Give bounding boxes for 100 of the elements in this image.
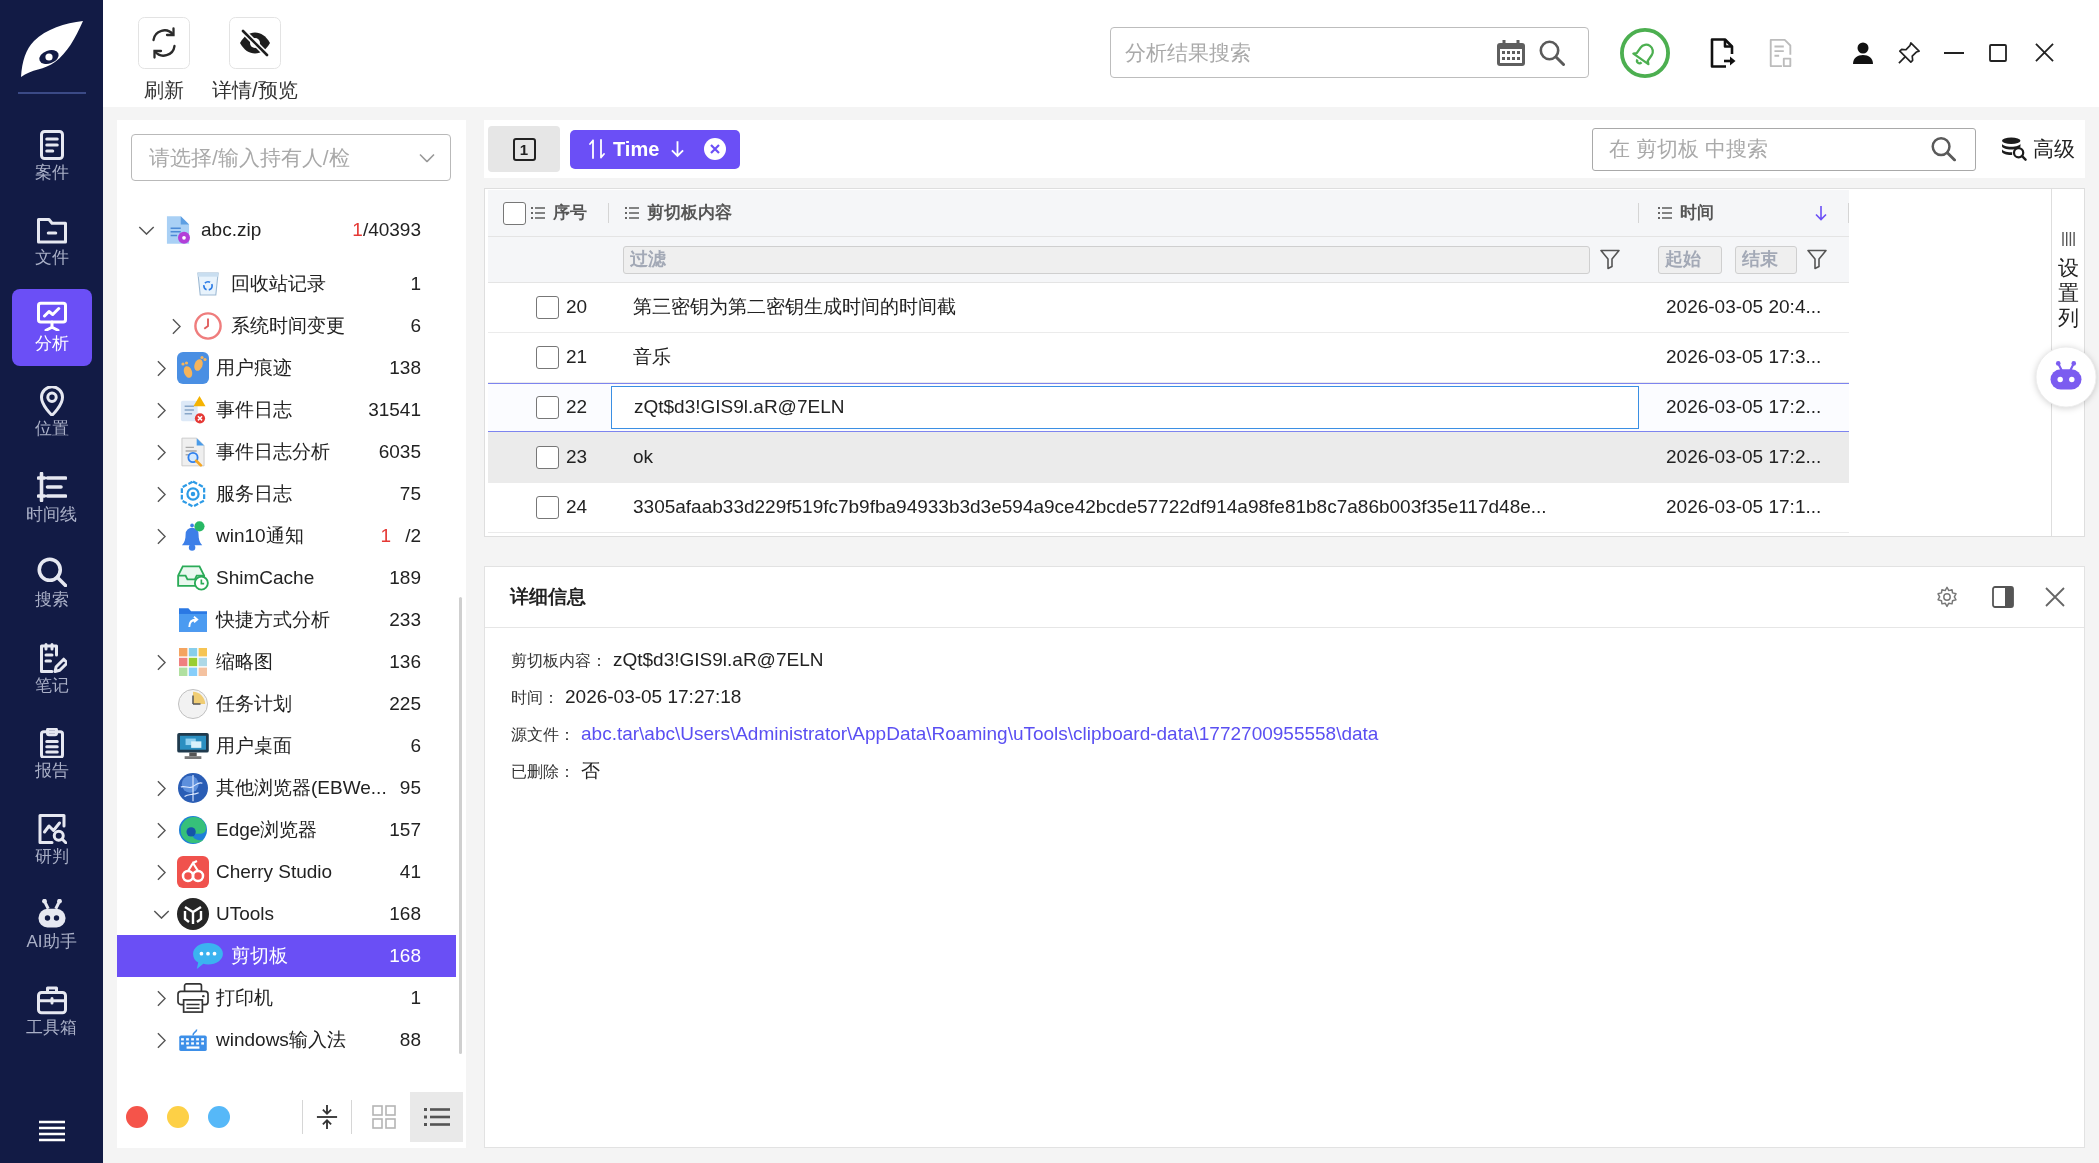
- chevron-right-icon[interactable]: [156, 527, 166, 545]
- color-dot-icon[interactable]: [208, 1106, 230, 1128]
- menu-icon[interactable]: [38, 1120, 65, 1142]
- end-field[interactable]: 结束: [1735, 245, 1797, 274]
- search-field[interactable]: 在 剪切板 中搜索: [1592, 127, 1976, 171]
- collapse-icon[interactable]: [316, 1104, 338, 1130]
- search-field[interactable]: 分析结果搜索: [1110, 27, 1589, 78]
- chevron-right-icon[interactable]: [156, 863, 166, 881]
- tree-item[interactable]: 用户桌面 6: [117, 725, 456, 767]
- filter-icon[interactable]: [1807, 249, 1827, 270]
- nav-item[interactable]: 报告: [11, 716, 92, 794]
- row-checkbox[interactable]: [536, 346, 559, 369]
- row-checkbox[interactable]: [536, 296, 559, 319]
- row-checkbox[interactable]: [536, 446, 559, 469]
- filter-field[interactable]: 过滤: [623, 245, 1590, 274]
- minimize-icon[interactable]: [1944, 51, 1964, 54]
- list-icon: [423, 1107, 450, 1127]
- tree-item[interactable]: 用户痕迹 138: [117, 347, 456, 389]
- bell-icon[interactable]: [1620, 27, 1670, 78]
- chevron-right-icon[interactable]: [171, 317, 181, 335]
- column-header[interactable]: 序号: [531, 200, 587, 226]
- nav-item[interactable]: 搜索: [11, 545, 92, 623]
- color-dot-icon[interactable]: [167, 1106, 189, 1128]
- tree-item[interactable]: win10通知 1 /2: [117, 515, 456, 557]
- numbered-view-button[interactable]: 1: [488, 126, 560, 172]
- tree-item[interactable]: 快捷方式分析 233: [117, 599, 456, 641]
- table-row[interactable]: 22 zQt$d3!GIS9l.aR@7ELN 2026-03-05 17:2...: [488, 383, 1849, 433]
- nav-item[interactable]: 笔记: [11, 631, 92, 708]
- tree-item[interactable]: 剪切板 168: [117, 935, 456, 977]
- side-panel-icon[interactable]: [1992, 586, 2014, 608]
- chevron-down-icon[interactable]: [152, 909, 170, 919]
- user-icon[interactable]: [1853, 41, 1873, 64]
- column-settings-tab[interactable]: 设置列: [2057, 232, 2079, 331]
- list-icon: [1658, 207, 1672, 219]
- chevron-right-icon[interactable]: [156, 653, 166, 671]
- row-checkbox[interactable]: [536, 396, 559, 419]
- robot-icon[interactable]: [2035, 346, 2097, 408]
- robot-icon: [36, 899, 67, 930]
- tree-item[interactable]: ShimCache 189: [117, 557, 456, 599]
- tree-item[interactable]: windows输入法 88: [117, 1019, 456, 1061]
- log-warning-icon: [180, 396, 206, 424]
- tree-item[interactable]: 其他浏览器(EBWe... 95: [117, 767, 456, 809]
- preview-toggle-button[interactable]: 详情/预览: [212, 17, 298, 101]
- tree-item[interactable]: 缩略图 136: [117, 641, 456, 683]
- chevron-right-icon[interactable]: [156, 779, 166, 797]
- scroll-bar[interactable]: [459, 597, 462, 1054]
- nav-item[interactable]: 工具箱: [11, 973, 92, 1050]
- maximize-icon[interactable]: [1989, 43, 2007, 62]
- column-header[interactable]: 剪切板内容: [625, 200, 732, 226]
- chevron-right-icon[interactable]: [156, 989, 166, 1007]
- file-export-icon[interactable]: [1710, 37, 1736, 68]
- chevron-right-icon[interactable]: [156, 821, 166, 839]
- search-icon[interactable]: [1931, 136, 1956, 162]
- chevron-right-icon[interactable]: [156, 1031, 166, 1049]
- settings-icon[interactable]: [1936, 586, 1958, 608]
- nav-item[interactable]: 研判: [11, 802, 92, 879]
- nav-item[interactable]: 位置: [11, 374, 92, 452]
- field-label: 已删除：: [511, 761, 575, 782]
- chevron-right-icon[interactable]: [156, 359, 166, 377]
- sort-chip[interactable]: Time: [570, 129, 741, 169]
- tree-item[interactable]: abc.zip 1/40393: [117, 209, 456, 251]
- table-row[interactable]: 23 ok 2026-03-05 17:2...: [488, 433, 1849, 483]
- owner-select-field[interactable]: 请选择/输入持有人/检: [131, 134, 451, 181]
- advanced-search-button[interactable]: 高级: [2001, 133, 2075, 165]
- bell-icon: [181, 521, 205, 551]
- tree-item[interactable]: 事件日志 31541: [117, 389, 456, 431]
- tree-item[interactable]: Edge浏览器 157: [117, 809, 456, 851]
- nav-item[interactable]: 分析: [11, 289, 92, 366]
- tree-item[interactable]: 打印机 1: [117, 977, 456, 1019]
- file-path-link[interactable]: abc.tar\abc\Users\Administrator\AppData\Roaming\uTools\clipboard-data\1772700955558\data: [581, 720, 1379, 749]
- select-all-checkbox[interactable]: [503, 201, 526, 225]
- pin-icon[interactable]: [1898, 41, 1920, 64]
- refresh-button[interactable]: 刷新: [138, 17, 190, 101]
- nav-item[interactable]: 案件: [11, 118, 92, 195]
- close-icon[interactable]: [2035, 43, 2054, 62]
- tree-item[interactable]: 回收站记录 1: [117, 263, 456, 305]
- tree-item[interactable]: Cherry Studio 41: [117, 851, 456, 893]
- search-icon[interactable]: [1539, 39, 1565, 66]
- list-view-button[interactable]: [410, 1092, 463, 1142]
- chevron-right-icon[interactable]: [156, 443, 166, 461]
- row-checkbox[interactable]: [536, 496, 559, 519]
- chevron-down-icon[interactable]: [137, 225, 155, 235]
- sort-icon: [589, 139, 605, 159]
- color-dot-icon[interactable]: [126, 1106, 148, 1128]
- chevron-right-icon[interactable]: [156, 401, 166, 419]
- item-count: 138: [389, 355, 421, 380]
- nav-item[interactable]: AI助手: [11, 887, 92, 965]
- calendar-icon[interactable]: [1497, 39, 1525, 66]
- nav-item[interactable]: 文件: [11, 203, 92, 281]
- chevron-right-icon[interactable]: [156, 485, 166, 503]
- clear-icon[interactable]: [704, 138, 727, 160]
- tree-item[interactable]: 服务日志 75: [117, 473, 456, 515]
- tree-item[interactable]: 任务计划 225: [117, 683, 456, 725]
- nav-item[interactable]: 时间线: [11, 460, 92, 537]
- tree-item[interactable]: UTools 168: [117, 893, 456, 935]
- column-header[interactable]: 时间: [1658, 200, 1849, 226]
- tree-item[interactable]: 事件日志分析 6035: [117, 431, 456, 473]
- start-field[interactable]: 起始: [1658, 245, 1722, 274]
- tree-item[interactable]: 系统时间变更 6: [117, 305, 456, 347]
- filter-icon[interactable]: [1600, 249, 1620, 270]
